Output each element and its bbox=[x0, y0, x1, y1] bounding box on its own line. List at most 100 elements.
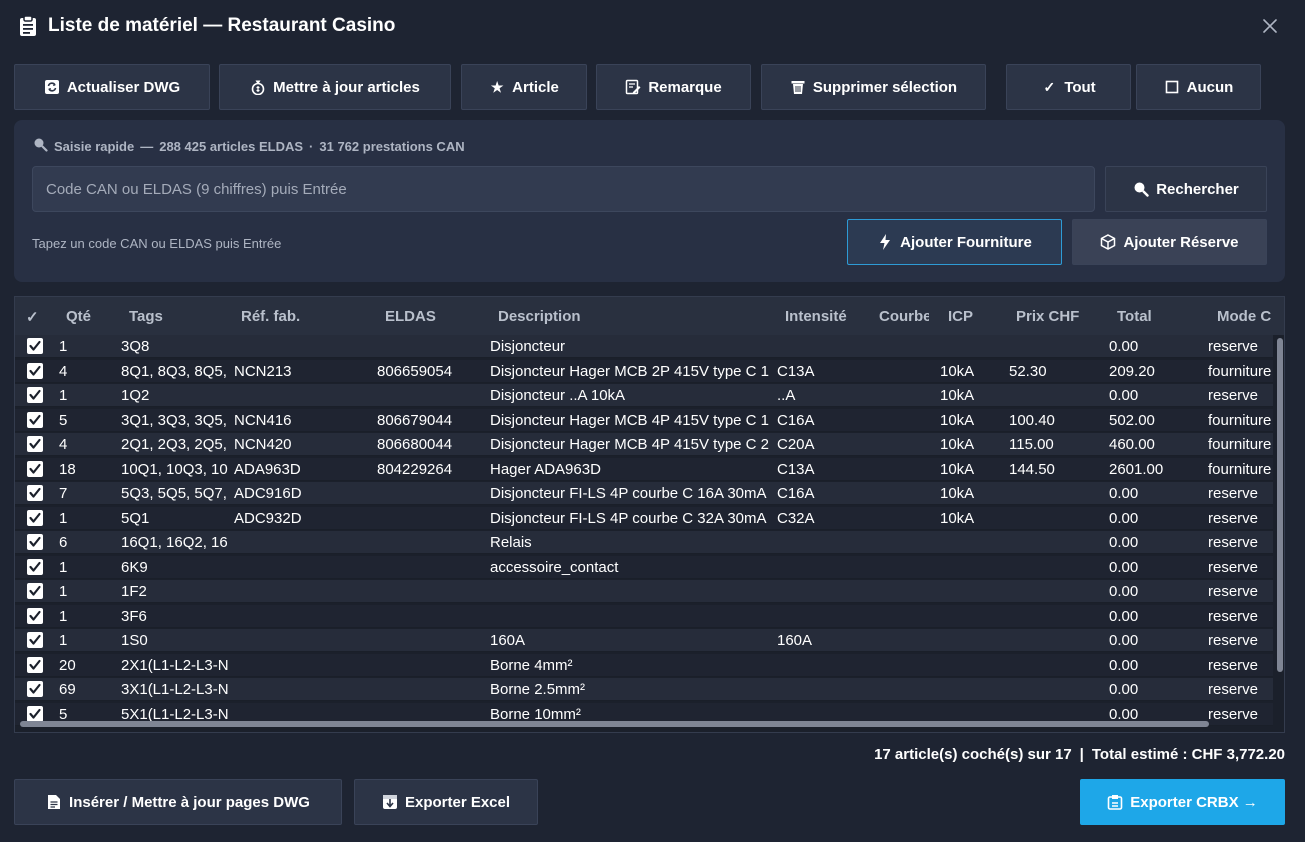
row-checkbox[interactable] bbox=[27, 656, 43, 673]
star-icon: ★ bbox=[490, 78, 504, 95]
cell-total: 502.00 bbox=[1109, 411, 1155, 429]
table-row[interactable]: 4 8Q1, 8Q3, 8Q5, NCN213 806659054 Disjoncteu… bbox=[15, 359, 1273, 383]
cell-qty: 69 bbox=[59, 681, 76, 698]
cell-tags: 1F2 bbox=[121, 583, 147, 600]
checkmark-icon bbox=[29, 438, 41, 449]
table-row[interactable]: 69 3X1(L1-L2-L3-N Borne 2.5mm² 0.00 reserve bbox=[15, 678, 1273, 701]
separator-dot: · bbox=[309, 138, 314, 154]
row-checkbox[interactable] bbox=[27, 534, 43, 550]
cell-intensity: 160A bbox=[777, 632, 813, 649]
column-header-total[interactable]: Total bbox=[1117, 308, 1152, 325]
checkmark-icon bbox=[29, 487, 41, 498]
row-checkbox[interactable] bbox=[27, 509, 43, 526]
box-icon bbox=[1100, 234, 1116, 250]
cell-description: Disjoncteur FI-LS 4P courbe C 16A 30mA bbox=[490, 485, 767, 502]
row-checkbox[interactable] bbox=[27, 338, 43, 354]
cell-price: 100.40 bbox=[1009, 411, 1055, 429]
table-row[interactable]: 6 16Q1, 16Q2, 16 Relais 0.00 reserve bbox=[15, 531, 1273, 554]
empty-box-icon bbox=[1164, 79, 1180, 95]
can-count: 31 762 prestations CAN bbox=[319, 138, 465, 154]
checkmark-icon bbox=[29, 365, 41, 376]
vertical-scroll-thumb[interactable] bbox=[1277, 338, 1283, 672]
row-checkbox[interactable] bbox=[27, 411, 43, 428]
table-row[interactable]: 1 1F2 0.00 reserve bbox=[15, 580, 1273, 603]
column-header-icp[interactable]: ICP bbox=[948, 308, 973, 325]
table-row[interactable]: 5 3Q1, 3Q3, 3Q5, NCN416 806679044 Disjoncteu… bbox=[15, 408, 1273, 432]
package-icon bbox=[1107, 794, 1123, 810]
checkmark-icon bbox=[29, 340, 41, 351]
table-row[interactable]: 1 3Q8 Disjoncteur 0.00 reserve bbox=[15, 335, 1273, 358]
table-row[interactable]: 1 6K9 accessoire_contact 0.00 reserve bbox=[15, 555, 1273, 579]
column-header-qty[interactable]: Qté bbox=[66, 308, 91, 325]
add-supply-button[interactable]: Ajouter Fourniture bbox=[847, 219, 1062, 265]
column-header-description[interactable]: Description bbox=[498, 308, 581, 325]
row-checkbox[interactable] bbox=[27, 632, 43, 648]
row-checkbox[interactable] bbox=[27, 583, 43, 599]
row-checkbox[interactable] bbox=[27, 387, 43, 403]
add-article-button[interactable]: ★ Article bbox=[461, 64, 587, 110]
close-icon[interactable] bbox=[1258, 14, 1282, 38]
code-search-input[interactable] bbox=[32, 166, 1095, 212]
refresh-dwg-label: Actualiser DWG bbox=[66, 78, 181, 96]
export-excel-button[interactable]: Exporter Excel bbox=[354, 779, 538, 825]
column-header-ref[interactable]: Réf. fab. bbox=[241, 308, 300, 325]
cell-icp: 10kA bbox=[940, 460, 975, 478]
cell-tags: 3F6 bbox=[121, 607, 147, 625]
vertical-scrollbar[interactable] bbox=[1274, 335, 1284, 732]
checkmark-icon bbox=[29, 610, 41, 621]
cell-description: Disjoncteur Hager MCB 4P 415V type C 1 bbox=[490, 411, 770, 429]
cell-intensity: C20A bbox=[777, 436, 815, 453]
table-row[interactable]: 20 2X1(L1-L2-L3-N Borne 4mm² 0.00 reserve bbox=[15, 653, 1273, 677]
column-header-tags[interactable]: Tags bbox=[129, 308, 163, 325]
remark-button[interactable]: Remarque bbox=[596, 64, 751, 110]
update-articles-button[interactable]: Mettre à jour articles bbox=[219, 64, 451, 110]
column-header-mode[interactable]: Mode C bbox=[1217, 308, 1271, 325]
cell-intensity: C13A bbox=[777, 460, 815, 478]
cell-mode: fourniture bbox=[1208, 460, 1272, 478]
row-checkbox[interactable] bbox=[27, 558, 43, 575]
delete-selection-button[interactable]: Supprimer sélection bbox=[761, 64, 986, 110]
checkmark-icon bbox=[29, 512, 41, 523]
insert-pages-button[interactable]: Insérer / Mettre à jour pages DWG bbox=[14, 779, 342, 825]
cell-qty: 1 bbox=[59, 509, 68, 527]
cell-total: 0.00 bbox=[1109, 656, 1139, 674]
select-none-button[interactable]: Aucun bbox=[1136, 64, 1261, 110]
row-checkbox[interactable] bbox=[27, 436, 43, 452]
column-header-intensity[interactable]: Intensité bbox=[785, 308, 847, 325]
row-checkbox[interactable] bbox=[27, 681, 43, 697]
table-row[interactable]: 7 5Q3, 5Q5, 5Q7, ADC916D Disjoncteur FI-LS … bbox=[15, 482, 1273, 505]
row-checkbox[interactable] bbox=[27, 607, 43, 624]
table-row[interactable]: 1 1S0 160A 160A 0.00 reserve bbox=[15, 629, 1273, 652]
table-row[interactable]: 4 2Q1, 2Q3, 2Q5, NCN420 806680044 Disjoncteu… bbox=[15, 433, 1273, 456]
cell-mode: fourniture bbox=[1208, 362, 1272, 380]
column-header-check[interactable]: ✓ bbox=[26, 308, 39, 326]
cell-mode: reserve bbox=[1208, 387, 1259, 404]
add-reserve-button[interactable]: Ajouter Réserve bbox=[1072, 219, 1267, 265]
insert-pages-label: Insérer / Mettre à jour pages DWG bbox=[69, 793, 310, 811]
column-header-price[interactable]: Prix CHF bbox=[1016, 308, 1079, 325]
horizontal-scrollbar[interactable] bbox=[15, 718, 1273, 730]
row-checkbox[interactable] bbox=[27, 362, 43, 379]
row-checkbox[interactable] bbox=[27, 460, 43, 477]
cell-description: accessoire_contact bbox=[490, 558, 619, 576]
refresh-dwg-button[interactable]: Actualiser DWG bbox=[14, 64, 210, 110]
column-header-eldas[interactable]: ELDAS bbox=[385, 308, 436, 325]
cell-total: 0.00 bbox=[1109, 632, 1139, 649]
row-checkbox[interactable] bbox=[27, 485, 43, 501]
checkmark-icon bbox=[29, 536, 41, 547]
column-header-curve[interactable]: Courbe bbox=[879, 308, 929, 325]
search-button[interactable]: Rechercher bbox=[1105, 166, 1267, 212]
checkmark-icon bbox=[29, 561, 41, 572]
select-all-button[interactable]: ✓ Tout bbox=[1006, 64, 1131, 110]
table-row[interactable]: 1 1Q2 Disjoncteur ..A 10kA ..A 10kA 0.00 reser… bbox=[15, 384, 1273, 407]
export-crbx-button[interactable]: Exporter CRBX → bbox=[1080, 779, 1285, 825]
table-row[interactable]: 18 10Q1, 10Q3, 10 ADA963D 804229264 Hager AD… bbox=[15, 457, 1273, 481]
cell-tags: 1Q2 bbox=[121, 387, 150, 404]
table-row[interactable]: 1 3F6 0.00 reserve bbox=[15, 604, 1273, 628]
clipboard-icon bbox=[19, 15, 37, 37]
table-row[interactable]: 1 5Q1 ADC932D Disjoncteur FI-LS 4P courbe C… bbox=[15, 506, 1273, 530]
search-icon bbox=[33, 137, 48, 155]
cell-eldas: 806680044 bbox=[377, 436, 453, 453]
horizontal-scroll-thumb[interactable] bbox=[20, 721, 1209, 727]
checkmark-icon: ✓ bbox=[1043, 78, 1056, 95]
